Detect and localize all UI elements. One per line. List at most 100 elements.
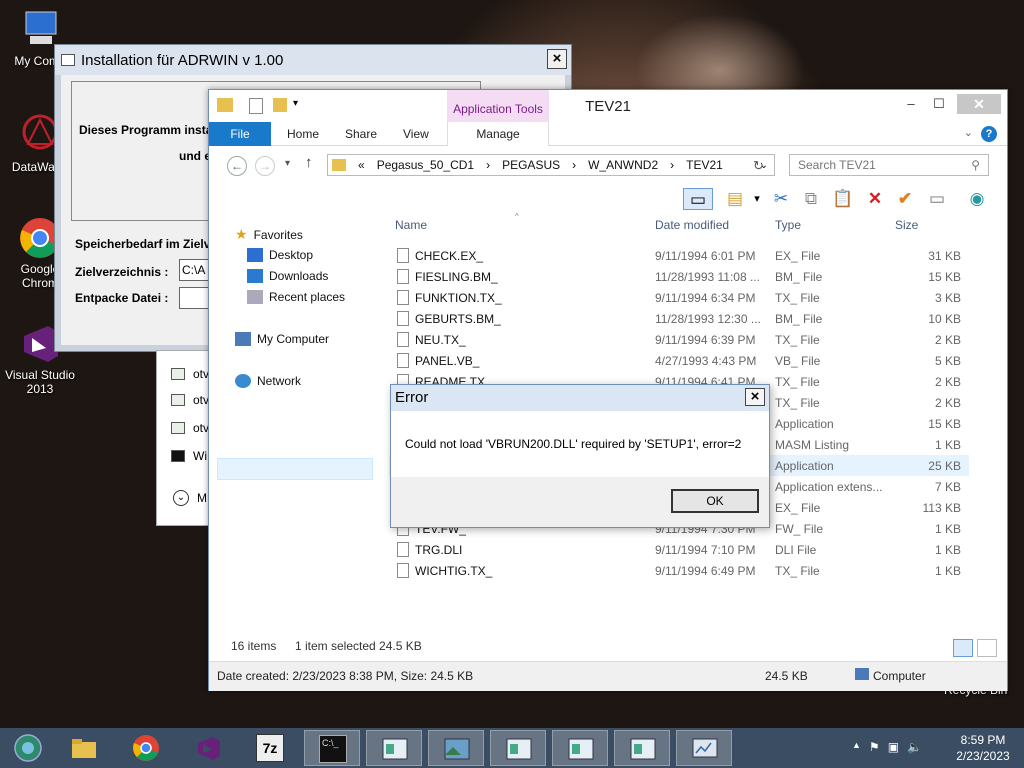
- taskbar-window-3[interactable]: [490, 730, 546, 766]
- expand-ribbon-icon[interactable]: ⌄: [964, 126, 973, 139]
- table-row[interactable]: CHECK.EX_ 9/11/1994 6:01 PM EX_ File 31 KB: [389, 245, 969, 266]
- start-button[interactable]: [0, 730, 56, 766]
- taskbar-window-5[interactable]: [614, 730, 670, 766]
- breadcrumb-item[interactable]: TEV21: [686, 158, 723, 172]
- monitor-icon: [691, 735, 719, 763]
- details-created: Date created: 2/23/2023 8:38 PM, Size: 2…: [217, 669, 474, 683]
- table-row[interactable]: FUNKTION.TX_ 9/11/1994 6:34 PM TX_ File 3 K…: [389, 287, 969, 308]
- taskbar-window-1[interactable]: [366, 730, 422, 766]
- properties-icon[interactable]: ▤: [723, 188, 747, 210]
- breadcrumb-item[interactable]: Pegasus_50_CD1: [377, 158, 474, 172]
- ok-button[interactable]: OK: [671, 489, 759, 513]
- rename-icon[interactable]: ▭: [925, 188, 949, 210]
- address-bar[interactable]: « Pegasus_50_CD1 › PEGASUS › W_ANWND2 › …: [327, 154, 775, 176]
- delete-icon[interactable]: ✕: [863, 188, 887, 210]
- minimize-button[interactable]: –: [901, 94, 921, 114]
- dropdown-arrow-icon[interactable]: ▾: [745, 188, 769, 210]
- table-row[interactable]: TRG.DLI 9/11/1994 7:10 PM DLI File 1 KB: [389, 539, 969, 560]
- action-center-flag-icon[interactable]: ⚑: [869, 740, 880, 754]
- breadcrumb-overflow[interactable]: «: [358, 158, 365, 172]
- visual-studio-icon: [194, 734, 222, 762]
- preview-pane-icon[interactable]: ▭: [683, 188, 713, 210]
- folder-icon: [332, 159, 346, 171]
- column-header-size[interactable]: Size: [895, 218, 918, 240]
- paste-icon[interactable]: 📋: [831, 188, 855, 210]
- computer-icon: [855, 668, 869, 680]
- table-row[interactable]: NEU.TX_ 9/11/1994 6:39 PM TX_ File 2 KB: [389, 329, 969, 350]
- copy-icon[interactable]: ⧉: [799, 188, 823, 210]
- recent-locations-icon[interactable]: ▾: [285, 158, 290, 169]
- close-button[interactable]: ✕: [957, 94, 1001, 114]
- taskbar-chrome[interactable]: [118, 730, 174, 766]
- taskbar-window-2[interactable]: [428, 730, 484, 766]
- volume-icon[interactable]: 🔈: [907, 740, 922, 754]
- downloads-icon: [247, 269, 263, 283]
- column-header-name[interactable]: Name: [395, 218, 427, 240]
- nav-item-my-computer[interactable]: My Computer: [235, 332, 329, 346]
- table-row[interactable]: WICHTIG.TX_ 9/11/1994 6:49 PM TX_ File 1 KB: [389, 560, 969, 581]
- close-button[interactable]: ×: [547, 49, 567, 69]
- clock[interactable]: 8:59 PM 2/23/2023: [946, 732, 1020, 764]
- taskbar-7zip[interactable]: 7z: [242, 730, 298, 766]
- taskbar-cmd[interactable]: C:\_: [304, 730, 360, 766]
- clock-date: 2/23/2023: [956, 749, 1010, 763]
- breadcrumb-item[interactable]: PEGASUS: [502, 158, 560, 172]
- system-tray: ▲ ⚑ ▣ 🔈: [852, 740, 922, 754]
- checkmark-icon[interactable]: ✔: [893, 188, 917, 210]
- window-icon: [629, 735, 657, 763]
- taskbar-window-6[interactable]: [676, 730, 732, 766]
- explorer-titlebar[interactable]: ▾ Application Tools TEV21 – ☐ ✕: [209, 90, 1007, 122]
- start-icon: [14, 734, 42, 762]
- close-button[interactable]: ×: [745, 388, 765, 406]
- search-input[interactable]: Search TEV21 ⚲: [789, 154, 989, 176]
- nav-item-recent-places[interactable]: Recent places: [247, 290, 345, 304]
- photo-icon: [443, 735, 471, 763]
- column-header-date[interactable]: Date modified: [655, 218, 729, 240]
- nav-item-favorites[interactable]: ★ Favorites: [235, 226, 303, 243]
- tab-home[interactable]: Home: [287, 122, 319, 146]
- explorer-title: TEV21: [585, 98, 631, 115]
- chevron-right-icon[interactable]: ›: [572, 158, 576, 172]
- chevron-right-icon[interactable]: ›: [486, 158, 490, 172]
- nav-item-desktop[interactable]: Desktop: [247, 248, 313, 262]
- globe-icon[interactable]: ◉: [965, 188, 989, 210]
- chevron-right-icon[interactable]: ›: [670, 158, 674, 172]
- dialog-titlebar[interactable]: Error ×: [391, 385, 769, 411]
- installer-titlebar[interactable]: Installation für ADRWIN v 1.00 ×: [55, 45, 571, 75]
- show-hidden-icons-icon[interactable]: ▲: [852, 740, 861, 754]
- recent-places-icon: [247, 290, 263, 304]
- network-icon[interactable]: ▣: [888, 740, 899, 754]
- taskbar-window-4[interactable]: [552, 730, 608, 766]
- nav-item-downloads[interactable]: Downloads: [247, 269, 328, 283]
- file-icon: [397, 542, 409, 557]
- tab-manage[interactable]: Manage: [447, 122, 549, 146]
- tab-file[interactable]: File: [209, 122, 271, 146]
- back-button[interactable]: ←: [227, 156, 247, 176]
- tab-share[interactable]: Share: [345, 122, 377, 146]
- table-row[interactable]: GEBURTS.BM_ 11/28/1993 12:30 ... BM_ File 1…: [389, 308, 969, 329]
- app-icon: [171, 367, 185, 380]
- forward-button[interactable]: →: [255, 156, 275, 176]
- table-row[interactable]: PANEL.VB_ 4/27/1993 4:43 PM VB_ File 5 KB: [389, 350, 969, 371]
- column-header-type[interactable]: Type: [775, 218, 801, 240]
- large-icons-view-button[interactable]: [977, 639, 997, 657]
- up-button[interactable]: ↑: [305, 154, 313, 171]
- target-dir-label: Zielverzeichnis :: [75, 265, 169, 279]
- taskbar-file-explorer[interactable]: [56, 730, 112, 766]
- cut-icon[interactable]: ✂: [769, 188, 793, 210]
- help-icon[interactable]: ?: [981, 126, 997, 142]
- window-icon: [61, 54, 75, 66]
- network-icon: [235, 374, 251, 388]
- refresh-icon[interactable]: ↻: [753, 158, 764, 174]
- maximize-button[interactable]: ☐: [929, 94, 949, 114]
- error-dialog: Error × Could not load 'VBRUN200.DLL' re…: [390, 384, 770, 528]
- taskbar-visual-studio[interactable]: [180, 730, 236, 766]
- window-icon: [567, 735, 595, 763]
- nav-item-network[interactable]: Network: [235, 374, 301, 388]
- breadcrumb-item[interactable]: W_ANWND2: [588, 158, 658, 172]
- details-bar: Date created: 2/23/2023 8:38 PM, Size: 2…: [209, 661, 1007, 691]
- tab-view[interactable]: View: [403, 122, 429, 146]
- details-view-button[interactable]: [953, 639, 973, 657]
- table-row[interactable]: FIESLING.BM_ 11/28/1993 11:08 ... BM_ File…: [389, 266, 969, 287]
- dialog-title: Error: [395, 389, 429, 406]
